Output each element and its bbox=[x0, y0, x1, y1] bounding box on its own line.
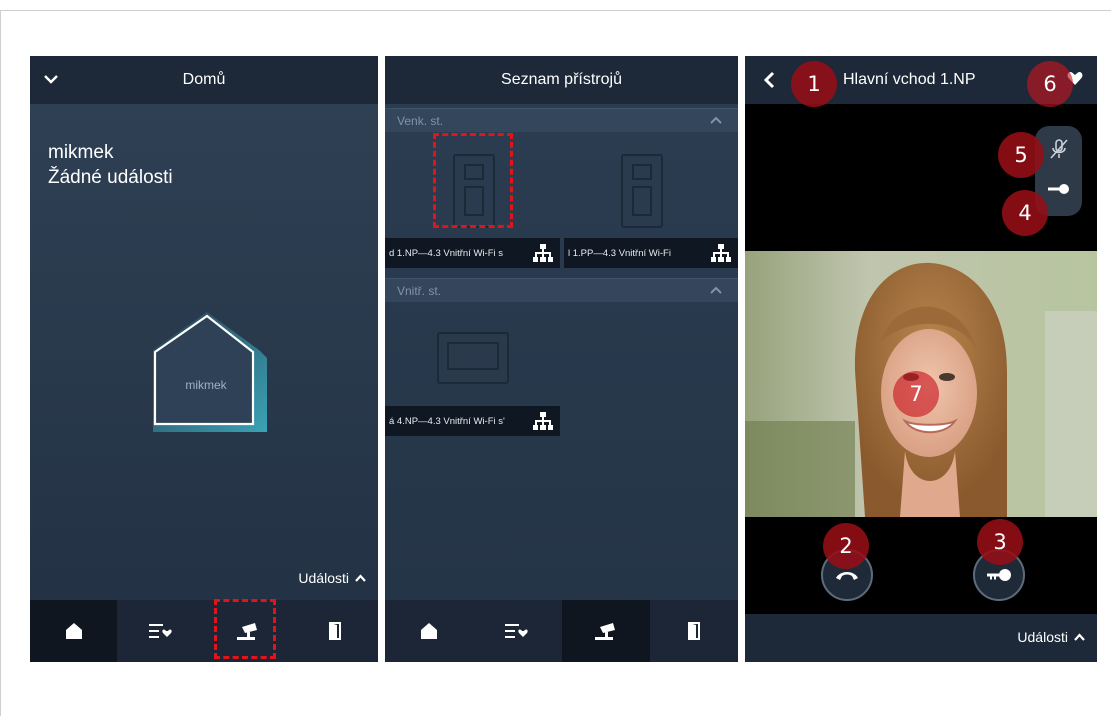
device-label: l 1.PP—4.3 Vnitřní Wi-Fi bbox=[564, 238, 738, 268]
home-icon bbox=[65, 623, 82, 639]
chevron-up-icon bbox=[710, 286, 722, 294]
nav-cameras[interactable] bbox=[561, 600, 650, 662]
events-toggle[interactable]: Události bbox=[1017, 629, 1085, 645]
house-icon bbox=[153, 312, 267, 432]
network-icon bbox=[533, 244, 553, 262]
call-screen: Hlavní vchod 1.NP Události bbox=[745, 56, 1097, 662]
annotation-badge-4: 4 bbox=[1002, 190, 1048, 236]
favorites-list-icon bbox=[505, 624, 529, 638]
nav-home[interactable] bbox=[30, 600, 117, 662]
door-key-icon[interactable] bbox=[1047, 183, 1071, 195]
network-icon bbox=[533, 412, 553, 430]
annotation-badge-5: 5 bbox=[998, 132, 1044, 178]
home-topbar: Domů bbox=[30, 56, 378, 104]
home-house-button[interactable]: mikmek bbox=[145, 306, 267, 436]
home-title: Domů bbox=[182, 71, 226, 88]
unlock-key-icon bbox=[987, 569, 1011, 581]
indoor-monitor-icon bbox=[437, 332, 509, 384]
device-list-title: Seznam přístrojů bbox=[501, 71, 622, 88]
bottom-navigation bbox=[30, 600, 378, 662]
call-title: Hlavní vchod 1.NP bbox=[843, 71, 976, 88]
annotation-badge-6: 6 bbox=[1027, 61, 1073, 107]
bottom-navigation bbox=[385, 600, 738, 662]
mute-microphone-icon[interactable] bbox=[1049, 138, 1069, 160]
chevron-down-icon[interactable] bbox=[44, 72, 58, 84]
device-label: á 4.NP—4.3 Vnitřní Wi-Fi s' bbox=[385, 406, 560, 436]
events-toggle[interactable]: Události bbox=[298, 570, 366, 586]
user-name: mikmek bbox=[48, 142, 114, 163]
nav-favorites[interactable] bbox=[117, 600, 204, 662]
section-outdoor[interactable]: Venk. st. bbox=[385, 108, 738, 132]
home-icon bbox=[421, 623, 438, 639]
annotation-badge-7: 7 bbox=[893, 371, 939, 417]
outdoor-station-icon bbox=[621, 154, 663, 228]
section-indoor[interactable]: Vnitř. st. bbox=[385, 278, 738, 302]
frame-left-border bbox=[0, 10, 1, 716]
nav-home[interactable] bbox=[385, 600, 473, 662]
home-screen: Domů mikmek Žádné události mikmek Událos… bbox=[30, 56, 378, 662]
house-label: mikmek bbox=[185, 378, 227, 392]
annotation-badge-1: 1 bbox=[791, 61, 837, 107]
events-label: Události bbox=[1017, 629, 1068, 645]
chevron-up-icon bbox=[355, 574, 366, 582]
door-icon bbox=[328, 622, 341, 640]
frame-top-border bbox=[0, 10, 1111, 11]
nav-doors[interactable] bbox=[650, 600, 738, 662]
events-label: Události bbox=[298, 570, 349, 586]
device-list-topbar: Seznam přístrojů bbox=[385, 56, 738, 104]
device-label: d 1.NP—4.3 Vnitřní Wi-Fi s bbox=[385, 238, 560, 268]
highlight-outdoor-device bbox=[433, 133, 513, 228]
chevron-up-icon bbox=[710, 116, 722, 124]
hang-up-icon bbox=[836, 572, 858, 580]
annotation-badge-2: 2 bbox=[823, 523, 869, 569]
no-events-text: Žádné události bbox=[48, 167, 173, 188]
chevron-up-icon bbox=[1074, 633, 1085, 641]
nav-doors[interactable] bbox=[291, 600, 378, 662]
nav-favorites[interactable] bbox=[473, 600, 561, 662]
camera-icon bbox=[594, 623, 615, 640]
annotation-badge-3: 3 bbox=[977, 519, 1023, 565]
door-icon bbox=[687, 622, 700, 640]
section-indoor-label: Vnitř. st. bbox=[397, 283, 442, 298]
highlight-camera-nav bbox=[214, 599, 276, 659]
favorites-list-icon bbox=[148, 624, 172, 638]
network-icon bbox=[711, 244, 731, 262]
home-status: mikmek Žádné události bbox=[48, 140, 173, 190]
section-outdoor-label: Venk. st. bbox=[397, 113, 444, 128]
back-icon[interactable] bbox=[763, 71, 775, 89]
